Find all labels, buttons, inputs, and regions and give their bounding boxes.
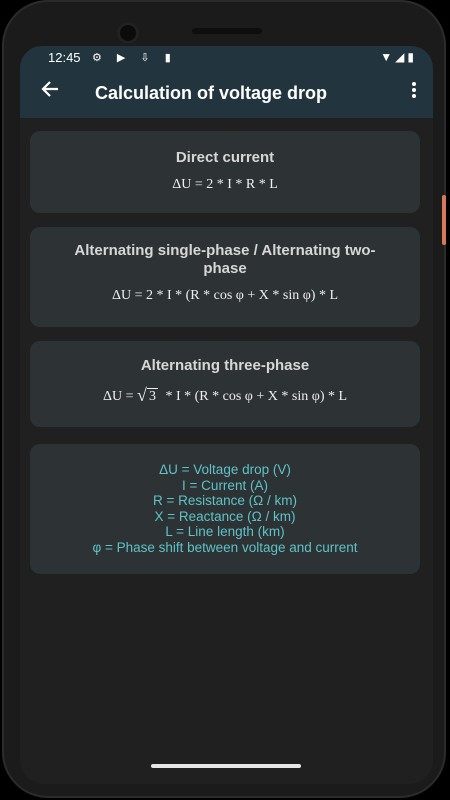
status-time: 12:45 — [48, 50, 81, 65]
card-title: Alternating three-phase — [140, 357, 310, 374]
formula-prefix: ΔU = — [102, 389, 134, 404]
legend-card: ΔU = Voltage drop (V) I = Current (A) R … — [30, 444, 420, 574]
page-title: Calculation of voltage drop — [95, 83, 328, 103]
app-bar: Calculation of voltage drop — [20, 70, 433, 118]
root-value: 3 — [146, 388, 158, 404]
legend-item: R = Resistance (Ω / km) — [153, 493, 297, 509]
front-camera — [117, 22, 139, 44]
formula: ΔU = 2 * I * (R * cos φ + X * sin φ) * L — [111, 288, 339, 303]
card-direct-current: Direct current ΔU = 2 * I * R * L — [30, 131, 420, 213]
legend-item: X = Reactance (Ω / km) — [154, 508, 296, 524]
card-three-phase: Alternating three-phase ΔU = √ 3 * I * (R… — [30, 341, 420, 427]
legend-item: L = Line length (km) — [165, 524, 285, 540]
phone-frame: 12:45 ⚙ ▶ ⇩ ▮ ▼◢▮ Calculation of voltage… — [2, 0, 446, 798]
legend-item: I = Current (A) — [182, 477, 268, 493]
status-bar: 12:45 ⚙ ▶ ⇩ ▮ ▼◢▮ — [20, 46, 433, 70]
card-title: Alternating single-phase / Alternating t… — [74, 242, 376, 277]
legend-item: φ = Phase shift between voltage and curr… — [92, 539, 358, 555]
formula-suffix: * I * (R * cos φ + X * sin φ) * L — [165, 389, 348, 404]
earpiece-speaker — [192, 28, 262, 34]
arrow-back-icon[interactable] — [38, 79, 62, 105]
more-vert-icon[interactable] — [411, 80, 417, 106]
home-indicator[interactable] — [151, 764, 301, 768]
formula: ΔU = 2 * I * R * L — [172, 177, 278, 192]
card-title: Direct current — [175, 149, 275, 166]
card-single-two-phase: Alternating single-phase / Alternating t… — [30, 227, 420, 327]
screen: 12:45 ⚙ ▶ ⇩ ▮ ▼◢▮ Calculation of voltage… — [20, 46, 433, 784]
system-icons: ▼◢▮ — [380, 50, 417, 64]
notification-icons: ⚙ ▶ ⇩ ▮ — [92, 52, 177, 64]
formula: ΔU = √ 3 * I * (R * cos φ + X * sin φ) * … — [30, 385, 420, 405]
legend-item: ΔU = Voltage drop (V) — [159, 462, 291, 477]
square-root: √ 3 — [136, 385, 158, 405]
power-button — [442, 195, 446, 245]
